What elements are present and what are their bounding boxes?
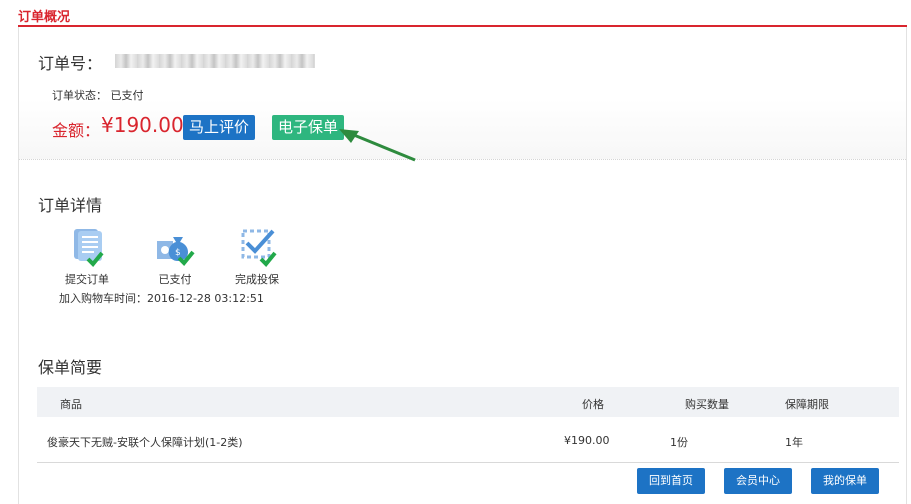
svg-text:$: $ [175, 248, 181, 258]
cart-time: 加入购物车时间：2016-12-28 03:12:51 [59, 292, 264, 305]
order-summary: 订单号： 订单状态： 已支付 金额： ¥190.00 马上评价 电子保单 [19, 27, 906, 162]
order-number-label: 订单号： [38, 54, 103, 73]
step-label: 已支付 [158, 273, 192, 286]
order-panel: 订单号： 订单状态： 已支付 金额： ¥190.00 马上评价 电子保单 订单详… [18, 27, 907, 504]
column-header-term: 保障期限 [785, 398, 829, 411]
amount-label: 金额： [52, 121, 101, 140]
step-complete-insurance: 完成投保 [227, 225, 287, 287]
money-bag-icon: $ [157, 237, 195, 266]
back-home-button[interactable]: 回到首页 [637, 468, 705, 494]
column-header-product: 商品 [60, 398, 82, 411]
step-paid: $ 已支付 [147, 225, 203, 287]
cell-price: ¥190.00 [564, 434, 610, 447]
column-header-price: 价格 [582, 398, 604, 411]
column-header-quantity: 购买数量 [685, 398, 729, 411]
check-square-icon [241, 229, 277, 267]
my-policies-button[interactable]: 我的保单 [811, 468, 879, 494]
cell-quantity: 1份 [670, 436, 688, 449]
step-label: 提交订单 [65, 273, 109, 286]
step-label: 完成投保 [235, 273, 279, 286]
order-status: 订单状态： 已支付 [52, 89, 144, 102]
member-center-button[interactable]: 会员中心 [724, 468, 792, 494]
order-number-redacted [115, 54, 315, 68]
order-list-icon [74, 229, 104, 267]
pointer-arrow-icon [339, 129, 416, 162]
table-row: 俊豪天下无贼-安联个人保障计划(1-2类) ¥190.00 1份 1年 [37, 417, 899, 463]
step-submit-order: 提交订单 [57, 225, 117, 287]
order-details-title: 订单详情 [38, 196, 103, 215]
review-button[interactable]: 马上评价 [183, 115, 256, 140]
cell-product[interactable]: 俊豪天下无贼-安联个人保障计划(1-2类) [47, 434, 243, 450]
section-title: 订单概况 [18, 10, 71, 25]
table-header: 商品 价格 购买数量 保障期限 [37, 387, 899, 417]
amount-value: ¥190.00 [101, 113, 184, 137]
cell-term: 1年 [785, 436, 803, 449]
e-policy-button[interactable]: 电子保单 [272, 115, 345, 140]
policy-brief-title: 保单简要 [38, 358, 103, 377]
